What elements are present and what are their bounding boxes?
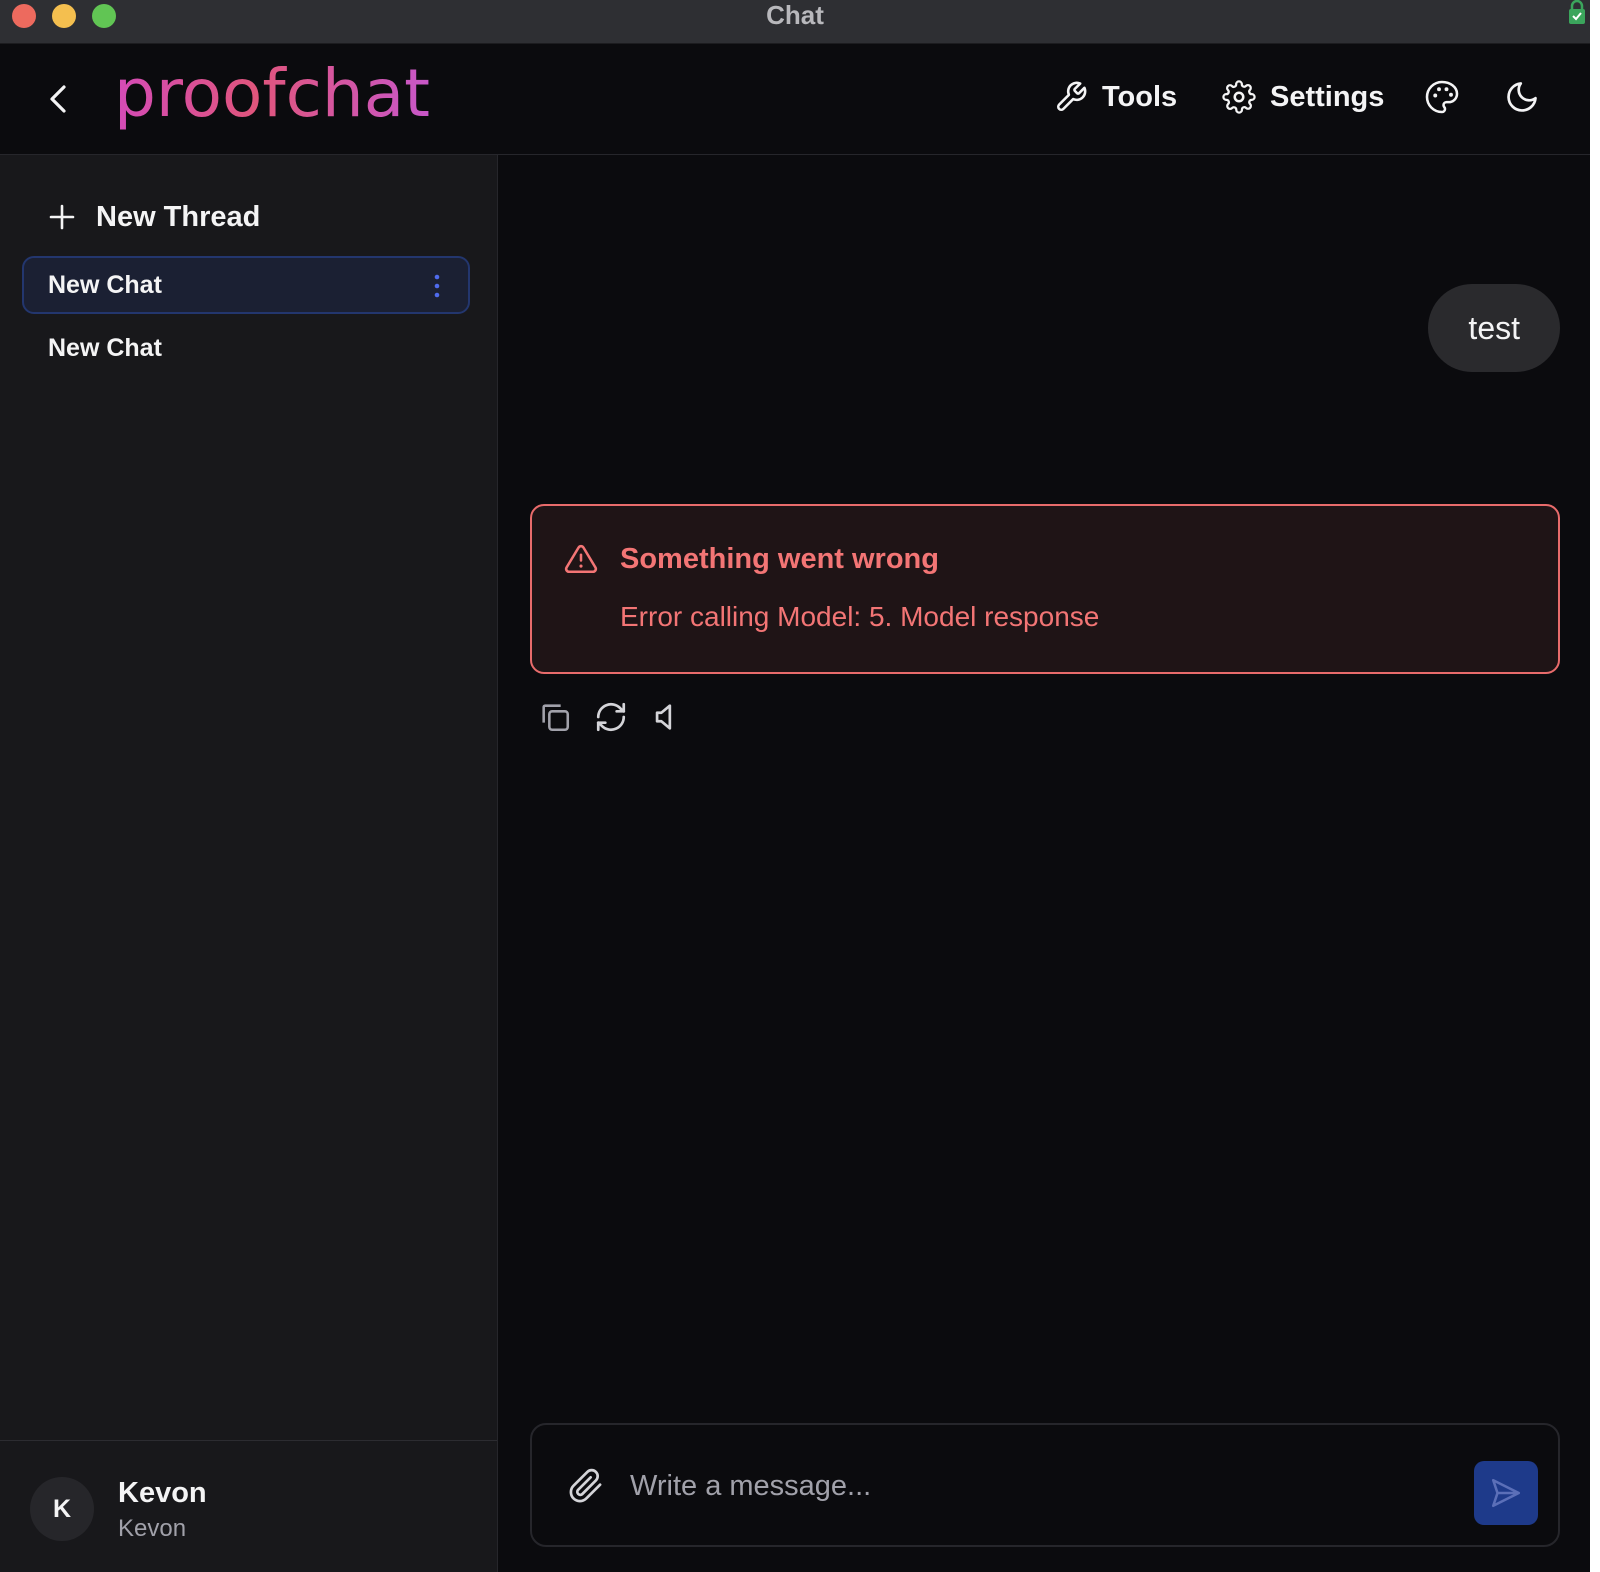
settings-label: Settings [1270, 80, 1385, 113]
app-header: proofchat Tools Settings [0, 44, 1590, 155]
user-name: Kevon [118, 1477, 207, 1509]
window-title: Chat [766, 0, 824, 30]
avatar: K [30, 1477, 94, 1541]
thread-label: New Chat [48, 270, 162, 299]
moon-icon[interactable] [1504, 79, 1540, 115]
error-detail: Error calling Model: 5. Model response [620, 601, 1100, 632]
paperclip-icon[interactable] [568, 1467, 604, 1505]
app-window: Chat proofchat Tools Settings New Thread… [0, 0, 1590, 1572]
gear-icon [1222, 80, 1256, 114]
user-message-bubble: test [1428, 284, 1560, 372]
tools-button[interactable]: Tools [1054, 72, 1177, 122]
logo-text: proofchat [114, 55, 431, 132]
wrench-icon [1057, 81, 1087, 111]
proofchat-logo[interactable]: proofchat [114, 54, 430, 134]
new-thread-button[interactable]: New Thread [48, 197, 260, 237]
regenerate-icon[interactable] [594, 700, 628, 734]
window-edge [1590, 0, 1600, 1572]
user-profile[interactable]: K Kevon Kevon [0, 1440, 497, 1572]
back-arrow-icon[interactable] [42, 81, 78, 117]
user-subtitle: Kevon [118, 1515, 187, 1542]
palette-icon[interactable] [1424, 79, 1460, 115]
title-bar: Chat [0, 0, 1590, 44]
settings-button[interactable]: Settings [1222, 72, 1384, 122]
chat-panel: test Something went wrong Error calling … [498, 155, 1590, 1572]
copy-icon[interactable] [538, 700, 572, 734]
error-alert: Something went wrong Error calling Model… [530, 504, 1560, 674]
kebab-menu-icon[interactable] [430, 272, 444, 300]
speaker-icon[interactable] [650, 700, 684, 734]
thread-item[interactable]: New Chat [22, 319, 470, 377]
new-thread-label: New Thread [96, 200, 261, 233]
message-input[interactable] [628, 1455, 1422, 1517]
thread-item-active[interactable]: New Chat [22, 256, 470, 314]
plus-icon [49, 204, 75, 230]
lock-icon [1569, 0, 1585, 24]
send-icon [1491, 1478, 1521, 1508]
thread-label: New Chat [48, 333, 162, 362]
message-composer [530, 1423, 1560, 1547]
send-button[interactable] [1474, 1461, 1538, 1525]
message-actions [538, 700, 706, 740]
error-title: Something went wrong [620, 543, 939, 575]
tools-label: Tools [1102, 80, 1178, 113]
sidebar: New Thread New Chat New Chat K Kevon Kev… [0, 155, 498, 1572]
warning-triangle-icon [564, 544, 598, 574]
